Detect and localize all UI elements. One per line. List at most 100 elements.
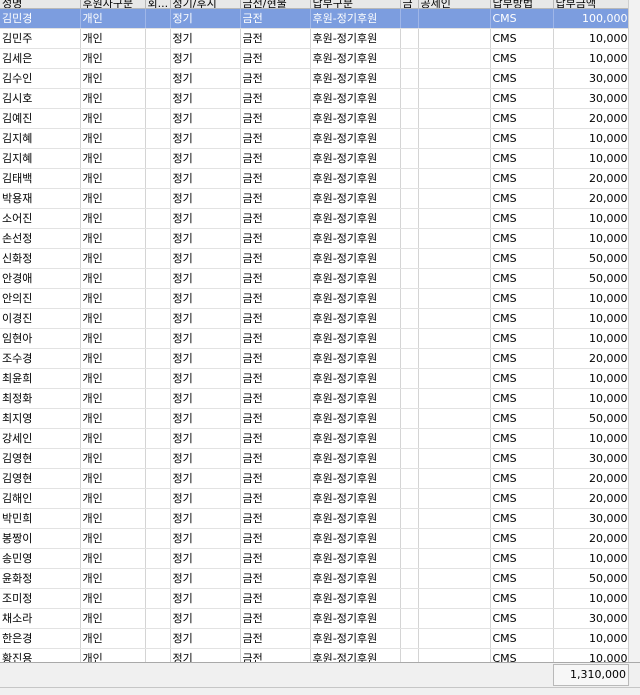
table-row[interactable]: 김영현 개인 정기 금전 후원-정기후원 CMS 30,000 — [0, 448, 629, 469]
cell-member[interactable] — [145, 528, 171, 549]
cell-g[interactable] — [400, 468, 419, 489]
cell-category[interactable]: 후원-정기후원 — [310, 208, 401, 229]
cell-donor-type[interactable]: 개인 — [80, 548, 146, 569]
table-row[interactable]: 조수경 개인 정기 금전 후원-정기후원 CMS 20,000 — [0, 348, 629, 369]
cell-category[interactable]: 후원-정기후원 — [310, 528, 401, 549]
cell-period[interactable]: 정기 — [170, 148, 241, 169]
cell-category[interactable]: 후원-정기후원 — [310, 228, 401, 249]
cell-donor-type[interactable]: 개인 — [80, 368, 146, 389]
cell-g[interactable] — [400, 128, 419, 149]
cell-name[interactable]: 한은경 — [0, 628, 81, 649]
cell-amount[interactable]: 10,000 — [553, 128, 629, 149]
table-row[interactable]: 김수인 개인 정기 금전 후원-정기후원 CMS 30,000 — [0, 68, 629, 89]
cell-category[interactable]: 후원-정기후원 — [310, 568, 401, 589]
cell-g[interactable] — [400, 28, 419, 49]
cell-method[interactable]: CMS — [490, 128, 554, 149]
cell-donor-type[interactable]: 개인 — [80, 428, 146, 449]
cell-donor-type[interactable]: 개인 — [80, 628, 146, 649]
cell-deduction[interactable] — [418, 648, 491, 662]
cell-amount[interactable]: 10,000 — [553, 148, 629, 169]
cell-amount[interactable]: 10,000 — [553, 48, 629, 69]
cell-name[interactable]: 조미정 — [0, 588, 81, 609]
cell-method[interactable]: CMS — [490, 468, 554, 489]
cell-deduction[interactable] — [418, 268, 491, 289]
cell-name[interactable]: 손선정 — [0, 228, 81, 249]
cell-category[interactable]: 후원-정기후원 — [310, 88, 401, 109]
cell-category[interactable]: 후원-정기후원 — [310, 508, 401, 529]
cell-kind[interactable]: 금전 — [240, 608, 311, 629]
cell-member[interactable] — [145, 508, 171, 529]
cell-donor-type[interactable]: 개인 — [80, 588, 146, 609]
cell-member[interactable] — [145, 468, 171, 489]
cell-member[interactable] — [145, 428, 171, 449]
cell-donor-type[interactable]: 개인 — [80, 348, 146, 369]
cell-deduction[interactable] — [418, 48, 491, 69]
cell-donor-type[interactable]: 개인 — [80, 468, 146, 489]
cell-kind[interactable]: 금전 — [240, 68, 311, 89]
column-header-kind[interactable]: 금전/현물 — [240, 0, 311, 9]
cell-method[interactable]: CMS — [490, 88, 554, 109]
cell-period[interactable]: 정기 — [170, 8, 241, 29]
cell-name[interactable]: 김민경 — [0, 8, 81, 29]
cell-category[interactable]: 후원-정기후원 — [310, 648, 401, 662]
cell-method[interactable]: CMS — [490, 288, 554, 309]
cell-name[interactable]: 김지혜 — [0, 148, 81, 169]
cell-kind[interactable]: 금전 — [240, 588, 311, 609]
cell-amount[interactable]: 50,000 — [553, 568, 629, 589]
table-row[interactable]: 봉짱이 개인 정기 금전 후원-정기후원 CMS 20,000 — [0, 528, 629, 549]
cell-g[interactable] — [400, 568, 419, 589]
cell-kind[interactable]: 금전 — [240, 88, 311, 109]
cell-g[interactable] — [400, 528, 419, 549]
cell-deduction[interactable] — [418, 228, 491, 249]
cell-kind[interactable]: 금전 — [240, 508, 311, 529]
cell-name[interactable]: 윤화정 — [0, 568, 81, 589]
cell-deduction[interactable] — [418, 188, 491, 209]
table-row[interactable]: 김영현 개인 정기 금전 후원-정기후원 CMS 20,000 — [0, 468, 629, 489]
cell-amount[interactable]: 100,000 — [553, 8, 629, 29]
cell-deduction[interactable] — [418, 468, 491, 489]
cell-kind[interactable]: 금전 — [240, 468, 311, 489]
cell-kind[interactable]: 금전 — [240, 288, 311, 309]
cell-deduction[interactable] — [418, 128, 491, 149]
cell-period[interactable]: 정기 — [170, 528, 241, 549]
cell-amount[interactable]: 30,000 — [553, 608, 629, 629]
cell-kind[interactable]: 금전 — [240, 648, 311, 662]
cell-deduction[interactable] — [418, 428, 491, 449]
cell-donor-type[interactable]: 개인 — [80, 108, 146, 129]
cell-kind[interactable]: 금전 — [240, 388, 311, 409]
cell-kind[interactable]: 금전 — [240, 208, 311, 229]
cell-kind[interactable]: 금전 — [240, 348, 311, 369]
cell-member[interactable] — [145, 328, 171, 349]
table-row[interactable]: 최지영 개인 정기 금전 후원-정기후원 CMS 50,000 — [0, 408, 629, 429]
table-row[interactable]: 김예진 개인 정기 금전 후원-정기후원 CMS 20,000 — [0, 108, 629, 129]
cell-member[interactable] — [145, 628, 171, 649]
cell-category[interactable]: 후원-정기후원 — [310, 368, 401, 389]
cell-g[interactable] — [400, 648, 419, 662]
cell-name[interactable]: 최지영 — [0, 408, 81, 429]
cell-name[interactable]: 송민영 — [0, 548, 81, 569]
cell-member[interactable] — [145, 608, 171, 629]
cell-amount[interactable]: 10,000 — [553, 388, 629, 409]
table-row[interactable]: 소어진 개인 정기 금전 후원-정기후원 CMS 10,000 — [0, 208, 629, 229]
cell-donor-type[interactable]: 개인 — [80, 448, 146, 469]
cell-method[interactable]: CMS — [490, 168, 554, 189]
cell-donor-type[interactable]: 개인 — [80, 208, 146, 229]
cell-kind[interactable]: 금전 — [240, 8, 311, 29]
cell-category[interactable]: 후원-정기후원 — [310, 148, 401, 169]
cell-amount[interactable]: 20,000 — [553, 468, 629, 489]
cell-amount[interactable]: 10,000 — [553, 328, 629, 349]
cell-kind[interactable]: 금전 — [240, 48, 311, 69]
table-row[interactable]: 손선정 개인 정기 금전 후원-정기후원 CMS 10,000 — [0, 228, 629, 249]
cell-amount[interactable]: 20,000 — [553, 528, 629, 549]
cell-deduction[interactable] — [418, 288, 491, 309]
cell-donor-type[interactable]: 개인 — [80, 388, 146, 409]
cell-method[interactable]: CMS — [490, 368, 554, 389]
cell-method[interactable]: CMS — [490, 228, 554, 249]
cell-g[interactable] — [400, 168, 419, 189]
cell-deduction[interactable] — [418, 8, 491, 29]
cell-donor-type[interactable]: 개인 — [80, 648, 146, 662]
cell-period[interactable]: 정기 — [170, 648, 241, 662]
cell-category[interactable]: 후원-정기후원 — [310, 588, 401, 609]
cell-kind[interactable]: 금전 — [240, 308, 311, 329]
cell-kind[interactable]: 금전 — [240, 408, 311, 429]
